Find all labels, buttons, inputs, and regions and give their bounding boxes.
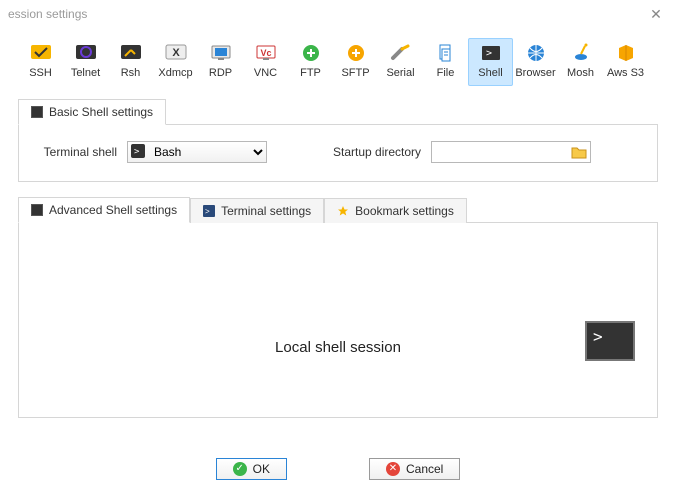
close-icon: ✕ bbox=[650, 6, 662, 23]
session-type-label: FTP bbox=[300, 67, 321, 79]
cancel-label: Cancel bbox=[406, 462, 443, 476]
session-type-shell[interactable]: > Shell bbox=[468, 38, 513, 86]
xdmcp-icon: X bbox=[164, 43, 188, 63]
session-type-rsh[interactable]: Rsh bbox=[108, 38, 153, 86]
tab-label: Bookmark settings bbox=[355, 204, 454, 218]
session-type-serial[interactable]: Serial bbox=[378, 38, 423, 86]
session-preview-panel: Local shell session > bbox=[18, 222, 658, 418]
session-type-label: Browser bbox=[515, 67, 555, 79]
session-type-awss3[interactable]: Aws S3 bbox=[603, 38, 648, 86]
basic-settings-area: Basic Shell settings Terminal shell > Ba… bbox=[18, 98, 658, 182]
shell-icon: > bbox=[479, 43, 503, 63]
session-type-label: SSH bbox=[29, 67, 52, 79]
session-type-label: VNC bbox=[254, 67, 277, 79]
terminal-icon bbox=[31, 204, 43, 216]
terminal-preview-icon: > bbox=[585, 321, 635, 361]
ok-button[interactable]: ✓ OK bbox=[216, 458, 287, 480]
browser-icon bbox=[524, 43, 548, 63]
terminal-settings-icon: > bbox=[203, 205, 215, 217]
session-type-label: Mosh bbox=[567, 67, 594, 79]
svg-text:>: > bbox=[205, 207, 210, 216]
basic-shell-panel: Terminal shell > Bash Startup directory bbox=[18, 124, 658, 182]
rsh-icon bbox=[119, 43, 143, 63]
session-preview-title: Local shell session bbox=[275, 339, 401, 356]
session-type-label: Shell bbox=[478, 67, 502, 79]
rdp-icon bbox=[209, 43, 233, 63]
ok-label: OK bbox=[253, 462, 270, 476]
titlebar: ession settings ✕ bbox=[0, 0, 676, 28]
terminal-shell-label: Terminal shell bbox=[37, 145, 117, 159]
startup-dir-label: Startup directory bbox=[333, 145, 421, 159]
terminal-icon bbox=[31, 106, 43, 118]
sftp-icon bbox=[344, 43, 368, 63]
tab-advanced-shell[interactable]: Advanced Shell settings bbox=[18, 197, 190, 223]
window-title: ession settings bbox=[8, 7, 644, 21]
terminal-shell-select[interactable]: Bash bbox=[127, 141, 267, 163]
session-type-toolbar: SSH Telnet Rsh X Xdmcp RDP Vc VNC bbox=[0, 28, 676, 92]
startup-dir-input[interactable] bbox=[431, 141, 591, 163]
telnet-icon bbox=[74, 43, 98, 63]
advanced-settings-area: Advanced Shell settings > Terminal setti… bbox=[18, 196, 658, 418]
prompt-glyph: > bbox=[593, 327, 603, 346]
mosh-icon bbox=[569, 43, 593, 63]
serial-icon bbox=[389, 43, 413, 63]
session-type-label: Aws S3 bbox=[607, 67, 644, 79]
session-type-sftp[interactable]: SFTP bbox=[333, 38, 378, 86]
tab-label: Advanced Shell settings bbox=[49, 203, 177, 217]
session-type-rdp[interactable]: RDP bbox=[198, 38, 243, 86]
session-type-ssh[interactable]: SSH bbox=[18, 38, 63, 86]
ssh-icon bbox=[29, 43, 53, 63]
tab-bookmark-settings[interactable]: Bookmark settings bbox=[324, 198, 467, 223]
svg-text:Vc: Vc bbox=[260, 48, 271, 58]
cancel-button[interactable]: ✕ Cancel bbox=[369, 458, 460, 480]
svg-text:X: X bbox=[172, 47, 180, 59]
session-type-label: RDP bbox=[209, 67, 232, 79]
svg-text:>: > bbox=[486, 48, 492, 59]
tab-terminal-settings[interactable]: > Terminal settings bbox=[190, 198, 324, 223]
tab-label: Basic Shell settings bbox=[49, 105, 153, 119]
star-icon bbox=[337, 205, 349, 217]
vnc-icon: Vc bbox=[254, 43, 278, 63]
session-type-file[interactable]: File bbox=[423, 38, 468, 86]
ftp-icon bbox=[299, 43, 323, 63]
dialog-footer: ✓ OK ✕ Cancel bbox=[0, 458, 676, 480]
session-type-vnc[interactable]: Vc VNC bbox=[243, 38, 288, 86]
folder-browse-button[interactable] bbox=[571, 144, 587, 160]
tab-label: Terminal settings bbox=[221, 204, 311, 218]
session-type-label: Xdmcp bbox=[158, 67, 192, 79]
file-icon bbox=[434, 43, 458, 63]
session-type-label: SFTP bbox=[341, 67, 369, 79]
close-button[interactable]: ✕ bbox=[644, 2, 668, 26]
session-type-xdmcp[interactable]: X Xdmcp bbox=[153, 38, 198, 86]
session-type-label: Serial bbox=[386, 67, 414, 79]
session-type-label: Telnet bbox=[71, 67, 100, 79]
session-type-label: File bbox=[437, 67, 455, 79]
session-type-browser[interactable]: Browser bbox=[513, 38, 558, 86]
session-type-telnet[interactable]: Telnet bbox=[63, 38, 108, 86]
ok-icon: ✓ bbox=[233, 462, 247, 476]
cancel-icon: ✕ bbox=[386, 462, 400, 476]
session-type-ftp[interactable]: FTP bbox=[288, 38, 333, 86]
session-type-label: Rsh bbox=[121, 67, 141, 79]
awss3-icon bbox=[614, 43, 638, 63]
session-type-mosh[interactable]: Mosh bbox=[558, 38, 603, 86]
tab-basic-shell[interactable]: Basic Shell settings bbox=[18, 99, 166, 125]
